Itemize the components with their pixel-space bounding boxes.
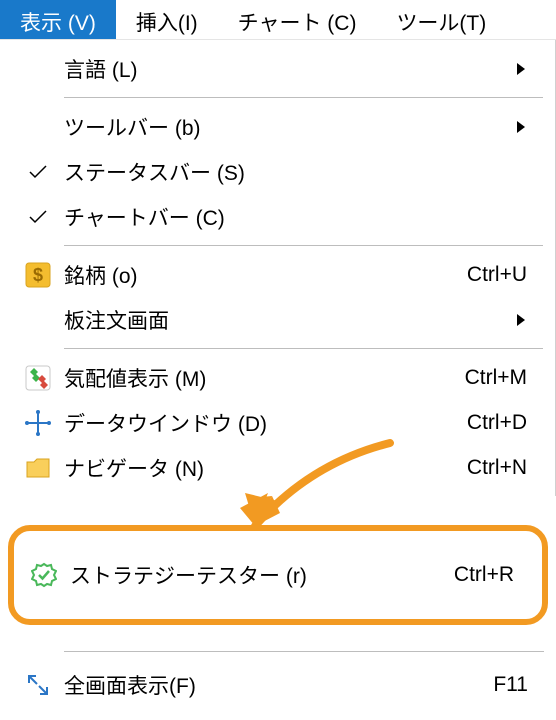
menu-navigator[interactable]: ナビゲータ (N) Ctrl+N bbox=[0, 445, 555, 490]
folder-icon bbox=[12, 455, 64, 481]
menu-toolbox-partial[interactable]: ツールボックス (T) Ctrl+T bbox=[0, 508, 556, 530]
menubar-insert[interactable]: 挿入(I) bbox=[116, 0, 218, 39]
menu-chartbar-label: チャートバー (C) bbox=[64, 202, 527, 232]
menubar-chart[interactable]: チャート (C) bbox=[218, 0, 377, 39]
fullscreen-icon bbox=[12, 672, 64, 698]
menu-datawindow[interactable]: データウインドウ (D) Ctrl+D bbox=[0, 400, 555, 445]
menu-datawindow-shortcut: Ctrl+D bbox=[467, 411, 527, 435]
submenu-arrow-icon bbox=[515, 63, 527, 75]
menu-fullscreen-label: 全画面表示(F) bbox=[64, 670, 493, 700]
menu-toolbar[interactable]: ツールバー (b) bbox=[0, 104, 555, 149]
check-icon bbox=[12, 165, 64, 179]
divider bbox=[64, 348, 543, 349]
menu-fullscreen[interactable]: 全画面表示(F) F11 bbox=[0, 662, 556, 707]
toolbox-icon bbox=[12, 508, 64, 530]
submenu-arrow-icon bbox=[515, 121, 527, 133]
menu-symbols-label: 銘柄 (o) bbox=[64, 260, 467, 290]
menu-statusbar[interactable]: ステータスバー (S) bbox=[0, 149, 555, 194]
menu-symbols-shortcut: Ctrl+U bbox=[467, 263, 527, 287]
menubar: 表示 (V) 挿入(I) チャート (C) ツール(T) bbox=[0, 0, 556, 40]
menu-navigator-label: ナビゲータ (N) bbox=[64, 453, 467, 483]
menu-language-label: 言語 (L) bbox=[64, 54, 499, 84]
menu-strategytester-label: ストラテジーテスター (r) bbox=[70, 560, 454, 590]
blank-icon bbox=[12, 627, 64, 643]
dollar-icon: $ bbox=[12, 262, 64, 288]
menu-datawindow-label: データウインドウ (D) bbox=[64, 408, 467, 438]
view-dropdown: 言語 (L) ツールバー (b) ステータスバー (S) チャートバー (C) … bbox=[0, 40, 556, 496]
menu-marketwatch-shortcut: Ctrl+M bbox=[465, 366, 527, 390]
menu-board-label: 板注文画面 bbox=[64, 305, 499, 335]
menu-symbols[interactable]: $ 銘柄 (o) Ctrl+U bbox=[0, 252, 555, 297]
menu-statusbar-label: ステータスバー (S) bbox=[64, 157, 527, 187]
menu-board[interactable]: 板注文画面 bbox=[0, 297, 555, 342]
menu-strategytester[interactable]: ストラテジーテスター (r) Ctrl+R bbox=[14, 560, 542, 590]
datawindow-icon bbox=[12, 410, 64, 436]
menu-navigator-shortcut: Ctrl+N bbox=[467, 456, 527, 480]
divider bbox=[64, 245, 543, 246]
menu-partial-below[interactable] bbox=[0, 627, 556, 643]
menubar-tools[interactable]: ツール(T) bbox=[376, 0, 506, 39]
divider bbox=[64, 97, 543, 98]
submenu-arrow-icon bbox=[515, 314, 527, 326]
menu-toolbar-label: ツールバー (b) bbox=[64, 112, 499, 142]
gear-check-icon bbox=[18, 562, 70, 588]
menu-fullscreen-shortcut: F11 bbox=[493, 673, 528, 697]
menu-strategytester-shortcut: Ctrl+R bbox=[454, 563, 514, 587]
menu-marketwatch[interactable]: 気配値表示 (M) Ctrl+M bbox=[0, 355, 555, 400]
menu-toolbox-shortcut: Ctrl+T bbox=[470, 508, 528, 530]
divider bbox=[64, 651, 544, 652]
svg-text:$: $ bbox=[33, 265, 43, 285]
menu-language[interactable]: 言語 (L) bbox=[0, 46, 555, 91]
menu-toolbox-label: ツールボックス (T) bbox=[64, 508, 470, 530]
check-icon bbox=[12, 210, 64, 224]
menu-chartbar[interactable]: チャートバー (C) bbox=[0, 194, 555, 239]
highlight-annotation: ストラテジーテスター (r) Ctrl+R bbox=[8, 525, 548, 625]
menu-marketwatch-label: 気配値表示 (M) bbox=[64, 363, 465, 393]
menubar-view[interactable]: 表示 (V) bbox=[0, 0, 116, 39]
marketwatch-icon bbox=[12, 365, 64, 391]
